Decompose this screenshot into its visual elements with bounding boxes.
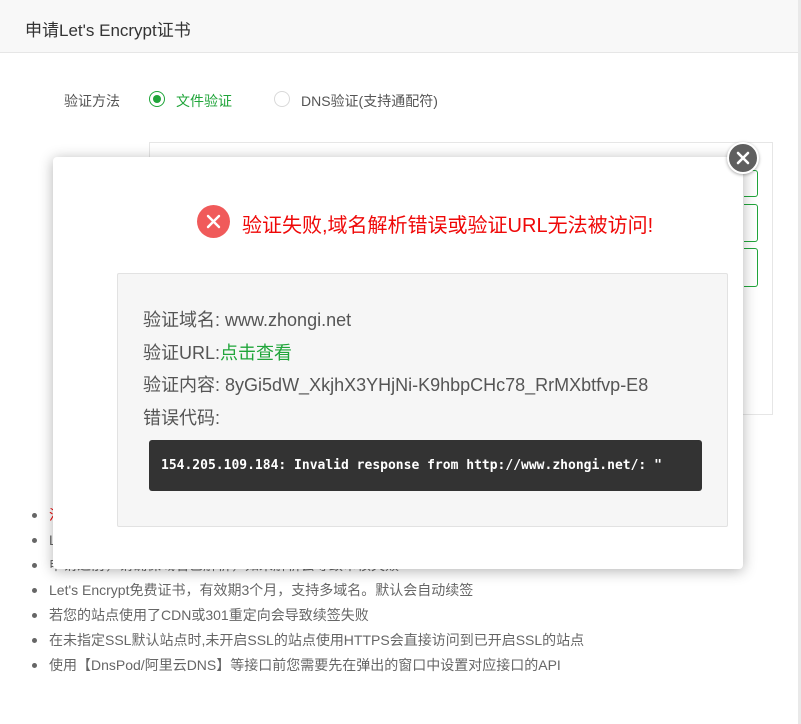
verify-content-row: 验证内容: 8yGi5dW_XkjhX3YHjNi-K9hbpCHc78_RrM… — [143, 371, 648, 397]
note-item: 使用【DnsPod/阿里云DNS】等接口前您需要先在弹出的窗口中设置对应接口的A… — [30, 655, 584, 680]
error-x-icon — [206, 214, 221, 229]
verify-domain-row: 验证域名: www.zhongi.net — [143, 306, 351, 332]
bullet-icon — [32, 538, 37, 543]
note-text: Let's Encrypt免费证书，有效期3个月，支持多域名。默认会自动续签 — [49, 582, 474, 598]
error-code-key: 错误代码: — [143, 408, 221, 428]
note-text: 在未指定SSL默认站点时,未开启SSL的站点使用HTTPS会直接访问到已开启SS… — [49, 632, 585, 648]
domain-checkbox-edge[interactable] — [744, 204, 758, 242]
verify-method-label: 验证方法 — [64, 93, 120, 109]
note-item: 在未指定SSL默认站点时,未开启SSL的站点使用HTTPS会直接访问到已开启SS… — [30, 630, 584, 655]
verify-url-link[interactable]: 点击查看 — [220, 343, 292, 363]
bullet-icon — [32, 588, 37, 593]
note-item: 若您的站点使用了CDN或301重定向会导致续签失败 — [30, 605, 584, 630]
dialog-title: 申请Let's Encrypt证书 — [25, 21, 191, 40]
verify-domain-key: 验证域名: — [143, 310, 221, 330]
verify-url-key: 验证URL: — [143, 343, 221, 363]
verify-content-value: 8yGi5dW_XkjhX3YHjNi-K9hbpCHc78_RrMXbtfvp… — [225, 375, 649, 395]
domain-checkbox-edge[interactable] — [744, 248, 758, 287]
note-text: 若您的站点使用了CDN或301重定向会导致续签失败 — [49, 607, 369, 623]
domain-checkbox-edge[interactable] — [744, 170, 758, 197]
error-icon — [197, 205, 230, 238]
error-code-block: 154.205.109.184: Invalid response from h… — [149, 440, 702, 491]
dns-verify-label[interactable]: DNS验证(支持通配符) — [301, 91, 438, 111]
note-item: Let's Encrypt免费证书，有效期3个月，支持多域名。默认会自动续签 — [30, 580, 584, 605]
radio-selected-dot — [153, 95, 161, 103]
bullet-icon — [32, 613, 37, 618]
bullet-icon — [32, 638, 37, 643]
close-icon — [736, 151, 750, 165]
bullet-icon — [32, 663, 37, 668]
dns-verify-radio[interactable] — [274, 91, 290, 107]
close-popup-button[interactable] — [727, 142, 759, 174]
verify-content-key: 验证内容: — [143, 375, 221, 395]
file-verify-label[interactable]: 文件验证 — [176, 91, 232, 111]
file-verify-radio[interactable] — [149, 91, 165, 107]
error-message: 验证失败,域名解析错误或验证URL无法被访问! — [242, 215, 654, 237]
error-code-row: 错误代码: — [143, 404, 220, 430]
dialog-title-bar: 申请Let's Encrypt证书 — [0, 0, 798, 53]
verify-domain-value: www.zhongi.net — [225, 310, 352, 330]
verify-url-row: 验证URL:点击查看 — [143, 339, 292, 365]
note-text: 使用【DnsPod/阿里云DNS】等接口前您需要先在弹出的窗口中设置对应接口的A… — [49, 657, 561, 673]
bullet-icon — [32, 513, 37, 518]
bullet-icon — [32, 563, 37, 568]
